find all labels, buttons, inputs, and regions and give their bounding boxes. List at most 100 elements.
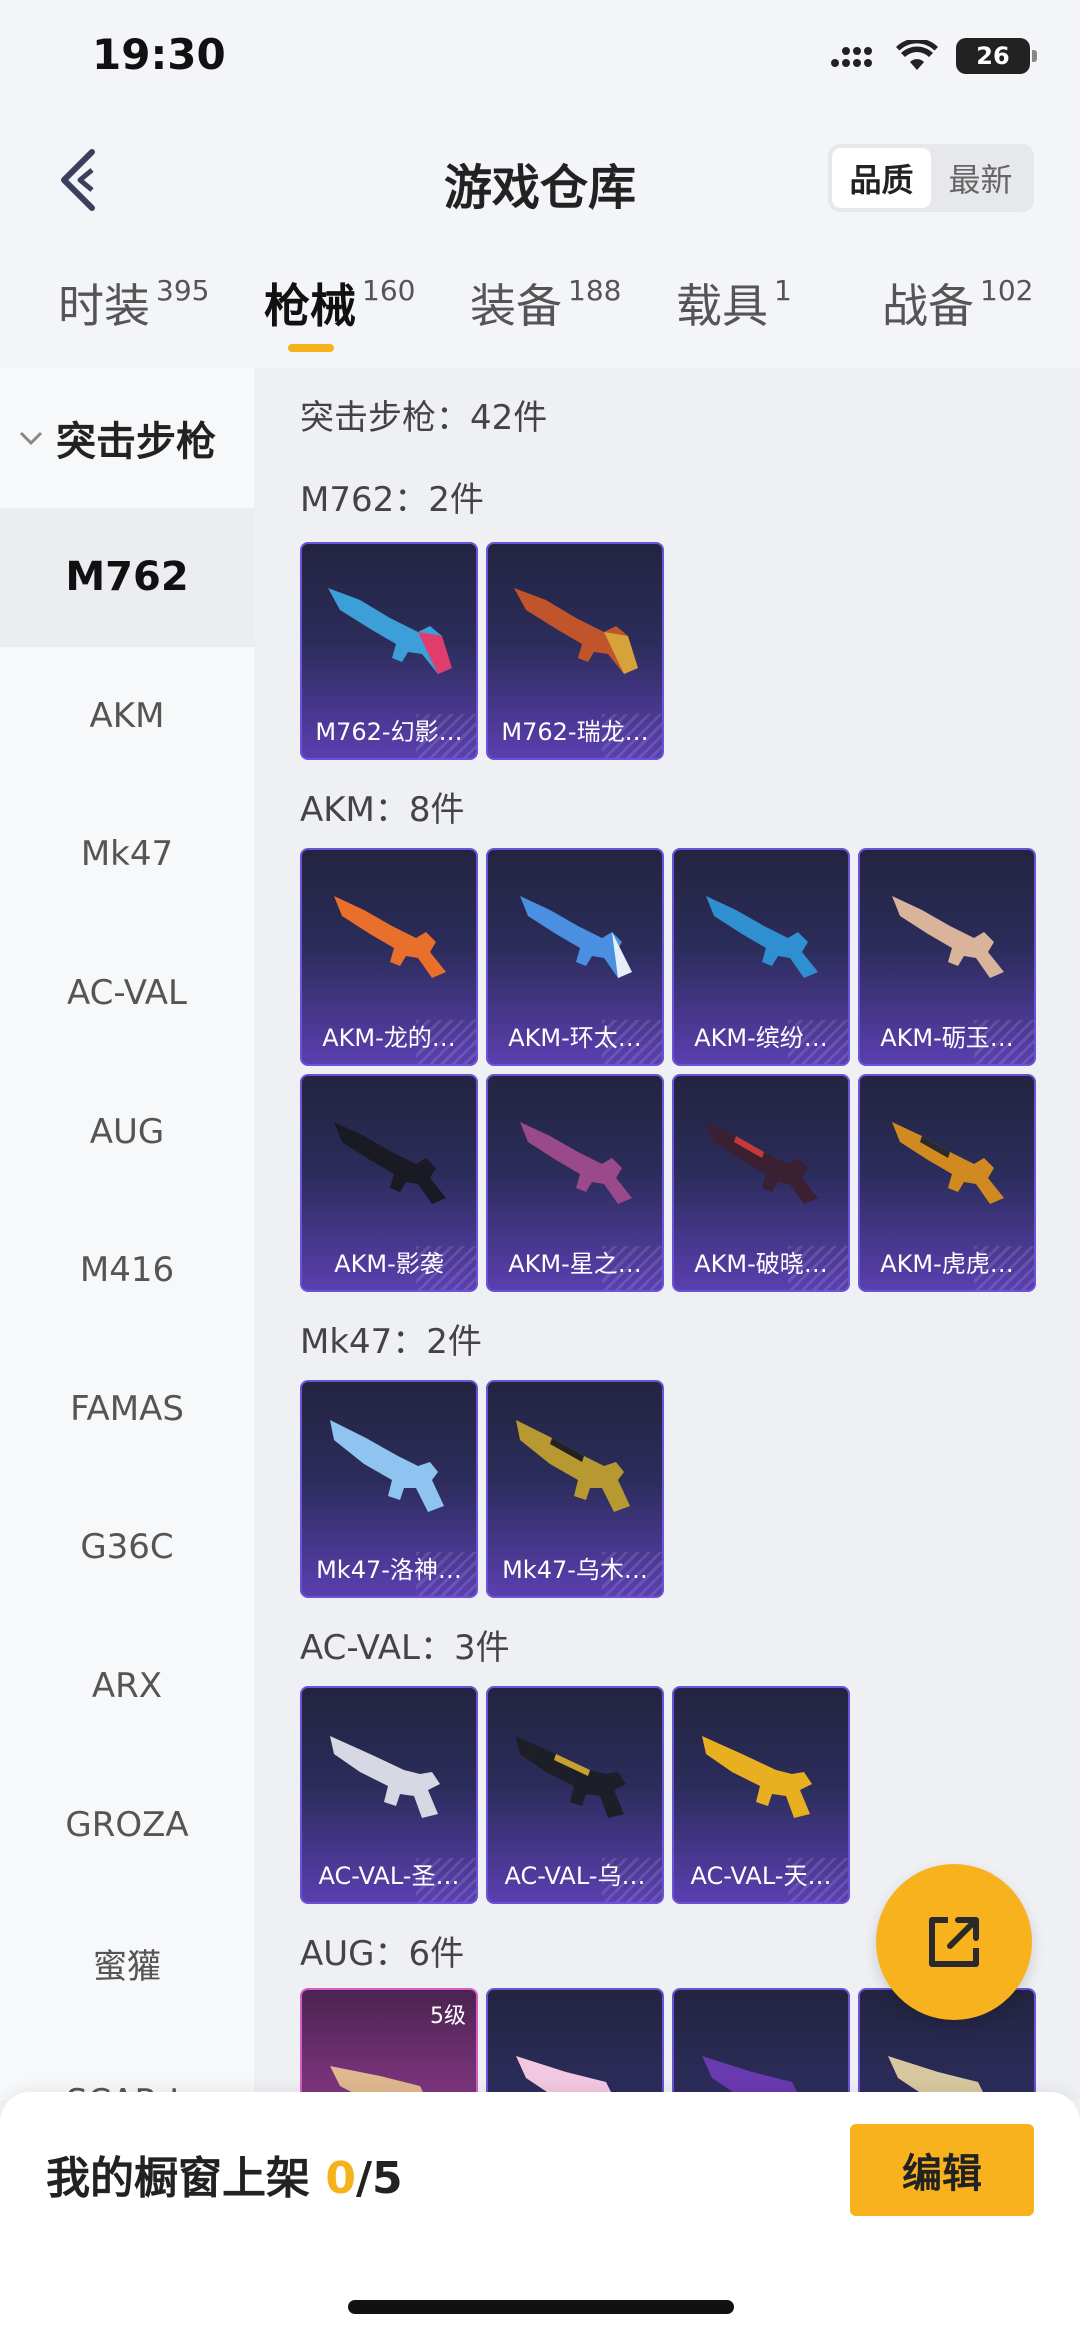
wifi-icon bbox=[896, 40, 938, 70]
showcase-count: 0 bbox=[325, 2153, 356, 2204]
sidebar-category-assault-rifles[interactable]: 突击步枪 bbox=[0, 368, 254, 508]
rifle-icon bbox=[516, 2056, 615, 2100]
sidebar-item-groza[interactable]: GROZA bbox=[0, 1755, 254, 1894]
weapon-card[interactable]: Mk47-乌木… bbox=[486, 1380, 664, 1598]
sidebar-item-scar-l[interactable]: SCAR-L bbox=[0, 2033, 254, 2100]
rifle-icon bbox=[516, 1420, 630, 1512]
group-title-mk47: Mk47：2件 bbox=[300, 1322, 482, 1362]
battery-icon: 26 bbox=[956, 38, 1037, 74]
weapon-card[interactable]: AKM-影袭 bbox=[300, 1074, 478, 1292]
weapon-level-badge: 5级 bbox=[430, 2004, 466, 2029]
weapon-card[interactable]: AKM-砺玉… bbox=[858, 848, 1036, 1066]
share-icon bbox=[929, 1917, 979, 1967]
rifle-icon bbox=[702, 2056, 801, 2100]
signal-icon bbox=[831, 47, 872, 67]
weapon-name: M762-幻影… bbox=[315, 718, 463, 746]
tab-label: 枪械 bbox=[264, 279, 356, 333]
sort-toggle: 品质 最新 bbox=[828, 144, 1034, 212]
tab-fashion[interactable]: 时装 395 bbox=[58, 270, 209, 336]
rifle-icon bbox=[514, 588, 638, 674]
weapon-name: AKM-环太… bbox=[508, 1024, 642, 1052]
weapon-card[interactable]: AKM-环太… bbox=[486, 848, 664, 1066]
rifle-icon bbox=[706, 1122, 818, 1204]
sidebar-item-famas[interactable]: FAMAS bbox=[0, 1340, 254, 1479]
header: 游戏仓库 品质 最新 bbox=[0, 120, 1080, 240]
rifle-icon bbox=[702, 1736, 812, 1818]
card-row: AC-VAL-圣… AC-VAL-乌… AC-VAL-天… bbox=[300, 1686, 850, 1904]
weapon-card[interactable]: M762-瑞龙… bbox=[486, 542, 664, 760]
rifle-icon bbox=[334, 896, 446, 978]
rifle-icon bbox=[892, 896, 1004, 978]
tab-vehicles[interactable]: 载具 1 bbox=[676, 270, 792, 336]
weapon-card[interactable]: AKM-虎虎… bbox=[858, 1074, 1036, 1292]
weapon-name: AKM-星之… bbox=[508, 1250, 642, 1278]
sidebar: 突击步枪 M762 AKM Mk47 AC-VAL AUG M416 FAMAS… bbox=[0, 368, 254, 2100]
weapon-card[interactable]: AC-VAL-天… bbox=[672, 1686, 850, 1904]
tab-active-indicator bbox=[288, 344, 334, 352]
weapon-card[interactable]: AKM-星之… bbox=[486, 1074, 664, 1292]
sort-quality-button[interactable]: 品质 bbox=[832, 148, 931, 208]
tab-count: 188 bbox=[568, 274, 622, 307]
card-row: AKM-龙的… AKM-环太… AKM-缤纷… AKM-砺玉… bbox=[300, 848, 1036, 1066]
chevron-down-icon bbox=[19, 431, 43, 446]
tab-guns[interactable]: 枪械 160 bbox=[264, 270, 415, 336]
sidebar-item-ac-val[interactable]: AC-VAL bbox=[0, 924, 254, 1063]
sidebar-item-m416[interactable]: M416 bbox=[0, 1201, 254, 1340]
tab-equipment[interactable]: 装备 188 bbox=[470, 270, 621, 336]
sidebar-item-akm[interactable]: AKM bbox=[0, 647, 254, 786]
weapon-card[interactable]: Mk47-洛神… bbox=[300, 1380, 478, 1598]
edit-button[interactable]: 编辑 bbox=[850, 2124, 1034, 2216]
showcase-label: 我的橱窗上架 bbox=[46, 2153, 326, 2204]
tab-label: 时装 bbox=[58, 279, 150, 333]
category-tabs: 时装 395 枪械 160 装备 188 载具 1 战备 102 bbox=[0, 260, 1080, 360]
group-title-akm: AKM：8件 bbox=[300, 790, 465, 830]
group-title-ac-val: AC-VAL：3件 bbox=[300, 1628, 510, 1668]
share-button[interactable] bbox=[876, 1864, 1032, 2020]
weapon-name: AKM-虎虎… bbox=[880, 1250, 1014, 1278]
battery-level: 26 bbox=[976, 42, 1010, 70]
weapon-name: AKM-龙的… bbox=[322, 1024, 456, 1052]
weapon-name: AC-VAL-乌… bbox=[504, 1862, 646, 1890]
weapon-card[interactable] bbox=[486, 1988, 664, 2100]
sidebar-item-arx[interactable]: ARX bbox=[0, 1617, 254, 1756]
weapon-name: AC-VAL-圣… bbox=[318, 1862, 460, 1890]
rifle-icon bbox=[334, 1122, 446, 1204]
tab-count: 160 bbox=[362, 274, 416, 307]
rifle-icon bbox=[328, 588, 452, 674]
sidebar-item-mk47[interactable]: Mk47 bbox=[0, 785, 254, 924]
status-icons: 26 bbox=[830, 38, 1037, 74]
weapon-name: AKM-影袭 bbox=[334, 1250, 444, 1278]
sidebar-item-g36c[interactable]: G36C bbox=[0, 1478, 254, 1617]
weapon-name: AKM-缤纷… bbox=[694, 1024, 828, 1052]
rifle-icon bbox=[330, 1420, 444, 1512]
tab-label: 载具 bbox=[676, 279, 768, 333]
tab-label: 装备 bbox=[470, 279, 562, 333]
weapon-card[interactable] bbox=[672, 1988, 850, 2100]
weapon-card[interactable]: AKM-破晓… bbox=[672, 1074, 850, 1292]
weapon-card[interactable]: AC-VAL-圣… bbox=[300, 1686, 478, 1904]
card-row: M762-幻影… M762-瑞龙… bbox=[300, 542, 664, 760]
weapon-card[interactable]: AKM-龙的… bbox=[300, 848, 478, 1066]
status-time: 19:30 bbox=[92, 30, 226, 79]
rifle-icon bbox=[520, 896, 632, 978]
sort-newest-button[interactable]: 最新 bbox=[931, 148, 1030, 208]
weapon-name: Mk47-乌木… bbox=[502, 1556, 648, 1584]
weapon-name: AC-VAL-天… bbox=[690, 1862, 832, 1890]
tab-supplies[interactable]: 战备 102 bbox=[882, 270, 1033, 336]
weapon-card[interactable]: AKM-缤纷… bbox=[672, 848, 850, 1066]
weapon-card[interactable]: 5级 bbox=[300, 1988, 478, 2100]
card-row: AKM-影袭 AKM-星之… AKM-破晓… AKM-虎虎… bbox=[300, 1074, 1036, 1292]
sidebar-item-aug[interactable]: AUG bbox=[0, 1062, 254, 1201]
rifle-icon bbox=[520, 1122, 632, 1204]
weapon-card[interactable]: AC-VAL-乌… bbox=[486, 1686, 664, 1904]
sidebar-item-honey-badger[interactable]: 蜜獾 bbox=[0, 1894, 254, 2033]
group-title-aug: AUG：6件 bbox=[300, 1934, 465, 1974]
sidebar-item-m762[interactable]: M762 bbox=[0, 508, 254, 647]
category-summary: 突击步枪：42件 bbox=[300, 398, 548, 438]
rifle-icon bbox=[330, 1736, 440, 1818]
showcase-total: /5 bbox=[355, 2153, 403, 2204]
sidebar-category-label: 突击步枪 bbox=[56, 419, 216, 465]
group-title-m762: M762：2件 bbox=[300, 480, 484, 520]
weapon-card[interactable]: M762-幻影… bbox=[300, 542, 478, 760]
weapon-name: AKM-破晓… bbox=[694, 1250, 828, 1278]
